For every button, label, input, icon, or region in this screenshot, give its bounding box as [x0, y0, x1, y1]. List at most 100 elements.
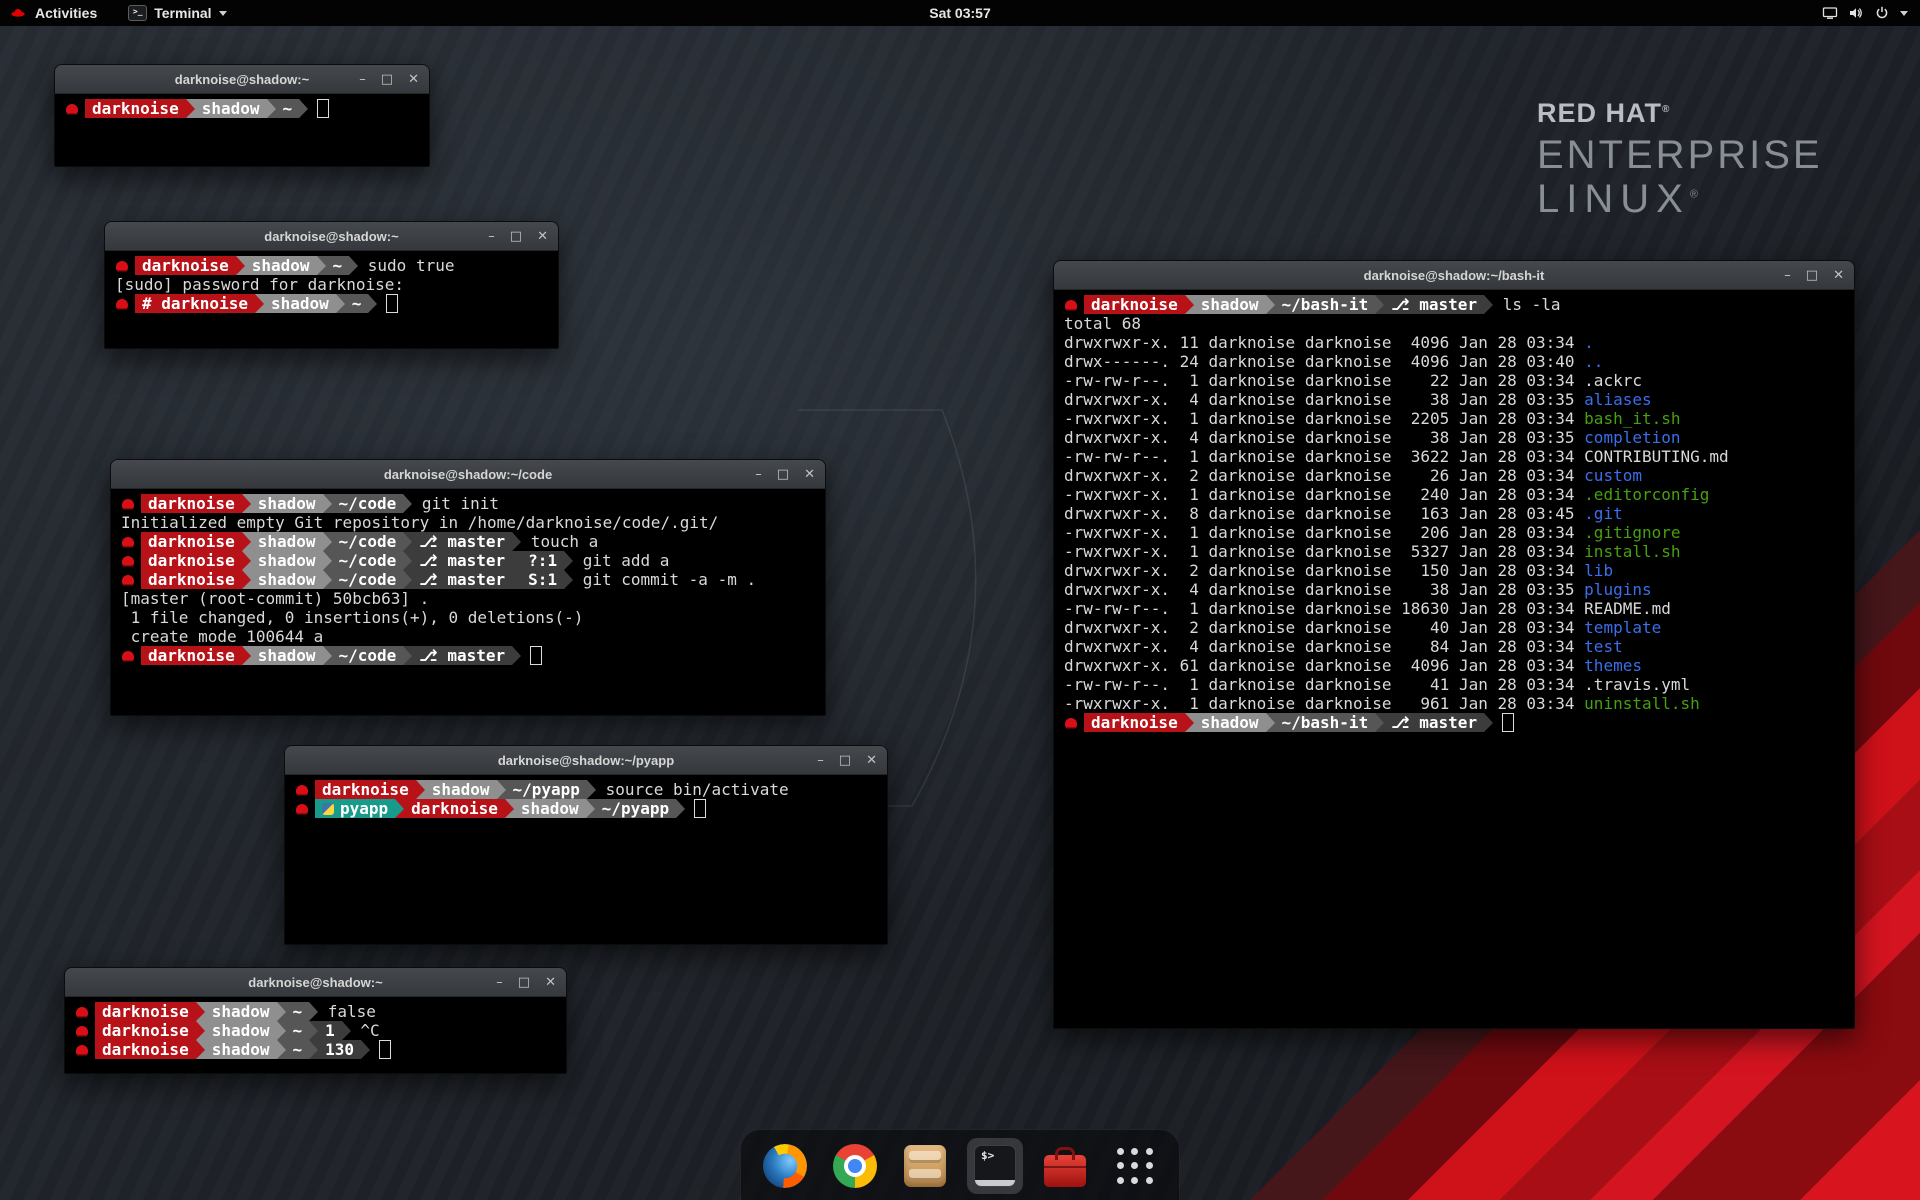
close-button[interactable]: ✕	[537, 230, 548, 243]
powerline-arrow	[564, 570, 573, 589]
terminal-content[interactable]: darknoiseshadow~/code git initInitialize…	[111, 489, 825, 715]
dock-item-show-applications[interactable]	[1107, 1138, 1163, 1194]
maximize-button[interactable]: □	[1806, 269, 1818, 282]
app-menu-terminal[interactable]: >_ Terminal	[128, 5, 226, 21]
minimize-button[interactable]: –	[1784, 269, 1791, 282]
prompt-segment: 130	[318, 1040, 361, 1059]
terminal-text: CONTRIBUTING.md	[1584, 447, 1729, 466]
prompt-segment: ?:1	[521, 551, 564, 570]
dock-item-firefox[interactable]	[757, 1138, 813, 1194]
files-icon	[904, 1145, 946, 1187]
prompt-segment: ~/pyapp	[595, 799, 676, 818]
prompt-segment-label: darknoise	[322, 780, 409, 799]
terminal-window-home-1[interactable]: darknoise@shadow:~ – □ ✕ darknoiseshadow…	[54, 64, 430, 167]
clock[interactable]: Sat 03:57	[929, 5, 990, 21]
terminal-content[interactable]: darknoiseshadow~	[55, 94, 429, 166]
terminal-window-sudo[interactable]: darknoise@shadow:~ – □ ✕ darknoise shadow…	[104, 221, 559, 349]
terminal-text: -rwxrwxr-x. 1 darknoise darknoise 206 Ja…	[1064, 523, 1584, 542]
terminal-cursor	[1502, 713, 1514, 732]
terminal-line: pyappdarknoiseshadow~/pyapp	[295, 799, 877, 818]
terminal-window-code[interactable]: darknoise@shadow:~/code – □ ✕ darknoise s…	[110, 459, 826, 716]
minimize-button[interactable]: –	[817, 754, 824, 767]
terminal-content[interactable]: darknoiseshadow~/pyapp source bin/activa…	[285, 775, 887, 944]
maximize-button[interactable]: □	[777, 468, 789, 481]
prompt-segment: shadow	[205, 1002, 277, 1021]
terminal-window-home-2[interactable]: darknoise@shadow:~ – □ ✕ darknoise shadow…	[64, 967, 567, 1074]
prompt-segment-label: shadow	[202, 99, 260, 118]
terminal-text: drwx------. 24 darknoise darknoise 4096 …	[1064, 352, 1584, 371]
powerline-arrow	[368, 294, 377, 313]
terminal-text: git add a	[573, 551, 669, 570]
minimize-button[interactable]: –	[488, 230, 495, 243]
terminal-line: total 68	[1064, 314, 1844, 333]
terminal-line: Initialized empty Git repository in /hom…	[121, 513, 815, 532]
maximize-button[interactable]: □	[381, 73, 393, 86]
volume-icon[interactable]	[1848, 5, 1864, 21]
titlebar[interactable]: darknoise@shadow:~ – □ ✕	[65, 968, 566, 997]
terminal-text: -rw-rw-r--. 1 darknoise darknoise 41 Jan…	[1064, 675, 1584, 694]
prompt-segment-label: shadow	[252, 256, 310, 275]
dock-item-files[interactable]	[897, 1138, 953, 1194]
powerline-arrow	[512, 551, 521, 570]
activities-button[interactable]: Activities	[35, 5, 97, 21]
maximize-button[interactable]: □	[510, 230, 522, 243]
terminal-text: source bin/activate	[596, 780, 789, 799]
terminal-text: .ackrc	[1584, 371, 1642, 390]
titlebar[interactable]: darknoise@shadow:~/pyapp – □ ✕	[285, 746, 887, 775]
power-icon[interactable]	[1874, 5, 1890, 21]
close-button[interactable]: ✕	[866, 754, 877, 767]
prompt-segment: darknoise	[141, 646, 242, 665]
maximize-button[interactable]: □	[839, 754, 851, 767]
powerline-arrow	[323, 494, 332, 513]
terminal-text: -rwxrwxr-x. 1 darknoise darknoise 5327 J…	[1064, 542, 1584, 561]
prompt-segment: darknoise	[135, 256, 236, 275]
terminal-line: drwxrwxr-x. 4 darknoise darknoise 38 Jan…	[1064, 428, 1844, 447]
powerline-arrow	[1185, 713, 1194, 732]
dock-item-chrome[interactable]	[827, 1138, 883, 1194]
prompt-segment-label: shadow	[258, 494, 316, 513]
close-button[interactable]: ✕	[804, 468, 815, 481]
prompt-segment: shadow	[251, 532, 323, 551]
prompt-segment-label: ⎇ master	[419, 532, 505, 551]
prompt-segment-label: ~	[293, 1021, 303, 1040]
close-button[interactable]: ✕	[1833, 269, 1844, 282]
terminal-window-pyapp[interactable]: darknoise@shadow:~/pyapp – □ ✕ darknoise…	[284, 745, 888, 945]
titlebar[interactable]: darknoise@shadow:~ – □ ✕	[105, 222, 558, 251]
terminal-text: create mode 100644 a	[121, 627, 323, 646]
terminal-window-bash-it[interactable]: darknoise@shadow:~/bash-it – □ ✕ darknoi…	[1053, 260, 1855, 1029]
prompt-segment: darknoise	[315, 780, 416, 799]
titlebar[interactable]: darknoise@shadow:~/code – □ ✕	[111, 460, 825, 489]
powerline-arrow	[309, 1021, 318, 1040]
prompt-segment-label: 130	[325, 1040, 354, 1059]
prompt-segment: ~	[286, 1002, 310, 1021]
terminal-text: bash_it.sh	[1584, 409, 1680, 428]
terminal-content[interactable]: darknoiseshadow~ falsedarknoiseshadow~1 …	[65, 997, 566, 1073]
minimize-button[interactable]: –	[755, 468, 762, 481]
terminal-line: -rw-rw-r--. 1 darknoise darknoise 18630 …	[1064, 599, 1844, 618]
minimize-button[interactable]: –	[359, 73, 366, 86]
prompt-segment: ~	[345, 294, 369, 313]
display-icon[interactable]	[1822, 5, 1838, 21]
powerline-arrow	[1375, 713, 1384, 732]
prompt-segment-label: darknoise	[148, 494, 235, 513]
dock-item-terminal[interactable]	[967, 1138, 1023, 1194]
powerline-arrow	[403, 646, 412, 665]
prompt-segment: shadow	[251, 551, 323, 570]
chevron-down-icon[interactable]	[1900, 11, 1908, 16]
terminal-content[interactable]: darknoiseshadow~ sudo true[sudo] passwor…	[105, 251, 558, 348]
powerline-arrow	[512, 646, 521, 665]
maximize-button[interactable]: □	[518, 976, 530, 989]
powerline-arrow	[336, 294, 345, 313]
powerline-arrow	[512, 532, 521, 551]
close-button[interactable]: ✕	[545, 976, 556, 989]
minimize-button[interactable]: –	[496, 976, 503, 989]
brand-line1: RED HAT	[1537, 98, 1662, 128]
prompt-segment: darknoise	[95, 1021, 196, 1040]
dock-item-toolbox[interactable]	[1037, 1138, 1093, 1194]
titlebar[interactable]: darknoise@shadow:~/bash-it – □ ✕	[1054, 261, 1854, 290]
redhat-prompt-icon	[76, 1007, 88, 1016]
titlebar[interactable]: darknoise@shadow:~ – □ ✕	[55, 65, 429, 94]
close-button[interactable]: ✕	[408, 73, 419, 86]
terminal-content[interactable]: darknoiseshadow~/bash-it⎇ master ls -lat…	[1054, 290, 1854, 1028]
terminal-line: drwxrwxr-x. 4 darknoise darknoise 38 Jan…	[1064, 390, 1844, 409]
